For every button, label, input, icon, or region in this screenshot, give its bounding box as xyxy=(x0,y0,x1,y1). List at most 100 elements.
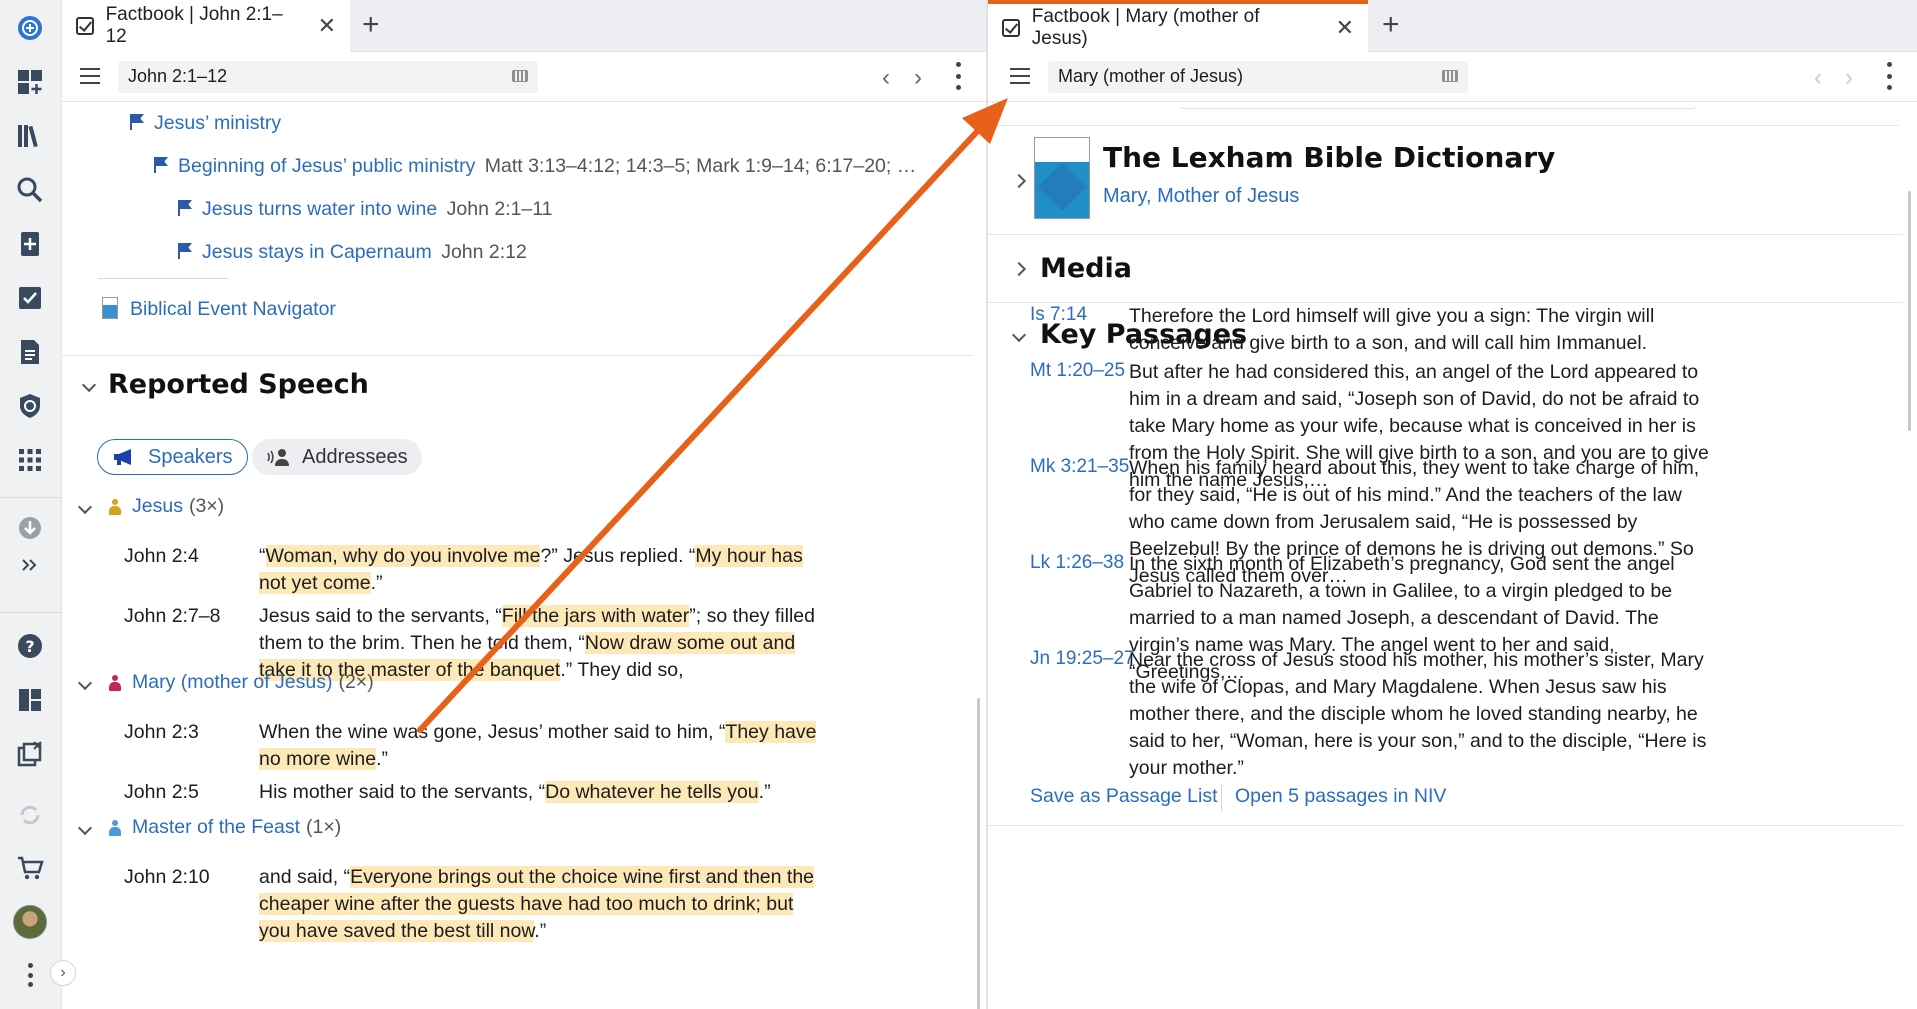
more-chevrons-icon[interactable] xyxy=(10,545,50,585)
quote-highlight: Fill the jars with water xyxy=(501,605,690,627)
close-tab-icon[interactable]: ✕ xyxy=(318,13,336,39)
event-item-4[interactable]: Jesus stays in Capernaum John 2:12 xyxy=(178,239,527,266)
passage-reference[interactable]: Mt 1:20–25 xyxy=(1030,360,1125,382)
scrollbar[interactable] xyxy=(977,698,980,1009)
narration-text: When the wine was gone, Jesus’ mother sa… xyxy=(259,721,726,743)
sync-icon[interactable] xyxy=(10,795,50,835)
add-icon[interactable] xyxy=(10,8,50,48)
speaker-name[interactable]: Jesus xyxy=(132,495,183,518)
verse-reference[interactable]: John 2:4 xyxy=(124,543,199,570)
new-tab-icon[interactable]: + xyxy=(1382,8,1400,42)
narration-text: ?” Jesus replied. “ xyxy=(540,545,696,567)
section-title: Reported Speech xyxy=(108,369,369,400)
apps-grid-icon[interactable] xyxy=(10,440,50,480)
close-tab-icon[interactable]: ✕ xyxy=(1336,15,1354,41)
layouts-icon[interactable] xyxy=(10,680,50,720)
speaker-group[interactable]: Master of the Feast (1×) xyxy=(77,816,342,839)
event-item-1[interactable]: Jesus’ ministry xyxy=(130,110,281,137)
reference-input[interactable]: Mary (mother of Jesus) xyxy=(1058,66,1243,86)
new-tab-icon[interactable]: + xyxy=(362,8,380,42)
biblical-event-navigator-link[interactable]: Biblical Event Navigator xyxy=(102,296,336,323)
chevron-down-icon[interactable] xyxy=(77,675,93,690)
passage-text: Near the cross of Jesus stood his mother… xyxy=(1129,649,1707,779)
chevron-down-icon[interactable] xyxy=(77,499,93,514)
event-refs[interactable]: John 2:12 xyxy=(441,241,527,263)
passage-reference[interactable]: Mk 3:21–35 xyxy=(1030,456,1129,478)
shield-icon[interactable] xyxy=(10,386,50,426)
add-document-icon[interactable] xyxy=(10,224,50,264)
event-link[interactable]: Jesus turns water into wine xyxy=(202,198,437,220)
keyboard-icon[interactable] xyxy=(512,70,528,82)
chevron-down-icon[interactable] xyxy=(77,820,93,835)
event-link[interactable]: Jesus’ ministry xyxy=(154,112,281,134)
factbook-icon xyxy=(76,17,94,35)
reference-input[interactable]: John 2:1–12 xyxy=(128,66,227,86)
chevron-down-icon[interactable] xyxy=(81,377,97,392)
download-icon[interactable] xyxy=(10,508,50,548)
scrollbar[interactable] xyxy=(1908,191,1911,431)
chevron-right-icon[interactable] xyxy=(1011,173,1027,189)
tab-factbook-john[interactable]: Factbook | John 2:1–12 ✕ xyxy=(62,0,350,52)
reference-box[interactable]: John 2:1–12 xyxy=(118,61,538,93)
event-item-3[interactable]: Jesus turns water into wine John 2:1–11 xyxy=(178,196,553,223)
help-icon[interactable]: ? xyxy=(10,626,50,666)
panel-divider[interactable] xyxy=(986,0,988,1009)
passage-reference[interactable]: Lk 1:26–38 xyxy=(1030,552,1124,574)
panel-options-icon[interactable] xyxy=(1886,62,1892,90)
passage-reference[interactable]: Jn 19:25–27 xyxy=(1030,648,1135,670)
verse-reference[interactable]: John 2:5 xyxy=(124,779,199,806)
event-refs[interactable]: Matt 3:13–4:12; 14:3–5; Mark 1:9–14; 6:1… xyxy=(485,155,916,177)
chevron-down-icon[interactable] xyxy=(1011,327,1027,342)
tab-addressees[interactable]: Addressees xyxy=(252,439,422,475)
reported-speech-header[interactable]: Reported Speech xyxy=(81,369,369,400)
tab-factbook-mary[interactable]: Factbook | Mary (mother of Jesus) ✕ xyxy=(988,0,1368,52)
forward-icon[interactable]: › xyxy=(914,64,922,92)
event-refs[interactable]: John 2:1–11 xyxy=(447,198,553,220)
dashboard-plus-icon[interactable] xyxy=(10,62,50,102)
panel-menu-icon[interactable] xyxy=(1010,68,1030,84)
open-passages-link[interactable]: Open 5 passages in NIV xyxy=(1235,785,1446,808)
tab-title: Factbook | Mary (mother of Jesus) xyxy=(1031,6,1260,49)
article-link[interactable]: Mary, Mother of Jesus xyxy=(1103,185,1299,208)
speaker-count: (3×) xyxy=(188,495,225,517)
checklist-icon[interactable] xyxy=(10,278,50,318)
save-passage-list-link[interactable]: Save as Passage List xyxy=(1030,785,1218,808)
speaker-group[interactable]: Mary (mother of Jesus) (2×) xyxy=(77,671,374,694)
event-link[interactable]: Beginning of Jesus’ public ministry xyxy=(178,155,475,177)
media-header[interactable]: Media xyxy=(1011,253,1132,284)
user-avatar[interactable] xyxy=(10,902,50,942)
verse-reference[interactable]: John 2:10 xyxy=(124,864,210,891)
factbook-icon xyxy=(1002,19,1020,37)
speaker-count: (1×) xyxy=(306,816,342,838)
event-link[interactable]: Jesus stays in Capernaum xyxy=(202,241,432,263)
library-icon[interactable] xyxy=(10,116,50,156)
search-icon[interactable] xyxy=(10,170,50,210)
panel-menu-icon[interactable] xyxy=(80,68,100,84)
expand-rail-button[interactable]: › xyxy=(50,960,76,986)
resource-expander[interactable] xyxy=(1011,173,1027,191)
panel-options-icon[interactable] xyxy=(955,62,961,90)
back-icon[interactable]: ‹ xyxy=(882,64,890,92)
back-icon[interactable]: ‹ xyxy=(1814,64,1822,92)
event-item-2[interactable]: Beginning of Jesus’ public ministry Matt… xyxy=(154,153,916,180)
reference-box[interactable]: Mary (mother of Jesus) xyxy=(1048,61,1468,93)
keyboard-icon[interactable] xyxy=(1442,70,1458,82)
kebab-icon[interactable] xyxy=(10,955,50,995)
divider xyxy=(62,355,972,356)
speaker-name[interactable]: Mary (mother of Jesus) xyxy=(132,671,332,694)
speaker-name[interactable]: Master of the Feast xyxy=(132,816,300,839)
tab-speakers[interactable]: Speakers xyxy=(97,439,248,475)
cart-icon[interactable] xyxy=(10,848,50,888)
passage-reference[interactable]: Is 7:14 xyxy=(1030,304,1087,326)
notes-icon[interactable] xyxy=(10,332,50,372)
verse-reference[interactable]: John 2:3 xyxy=(124,719,199,746)
chevron-right-icon[interactable] xyxy=(1011,261,1027,276)
resource-title[interactable]: The Lexham Bible Dictionary xyxy=(1103,141,1555,174)
close-panels-icon[interactable] xyxy=(10,734,50,774)
speaker-group[interactable]: Jesus (3×) xyxy=(77,495,225,518)
person-icon xyxy=(108,674,122,691)
verse-reference[interactable]: John 2:7–8 xyxy=(124,603,221,630)
book-cover-icon[interactable] xyxy=(1034,137,1090,219)
quote-highlight: Woman, why do you involve me xyxy=(265,545,541,567)
forward-icon[interactable]: › xyxy=(1845,64,1853,92)
